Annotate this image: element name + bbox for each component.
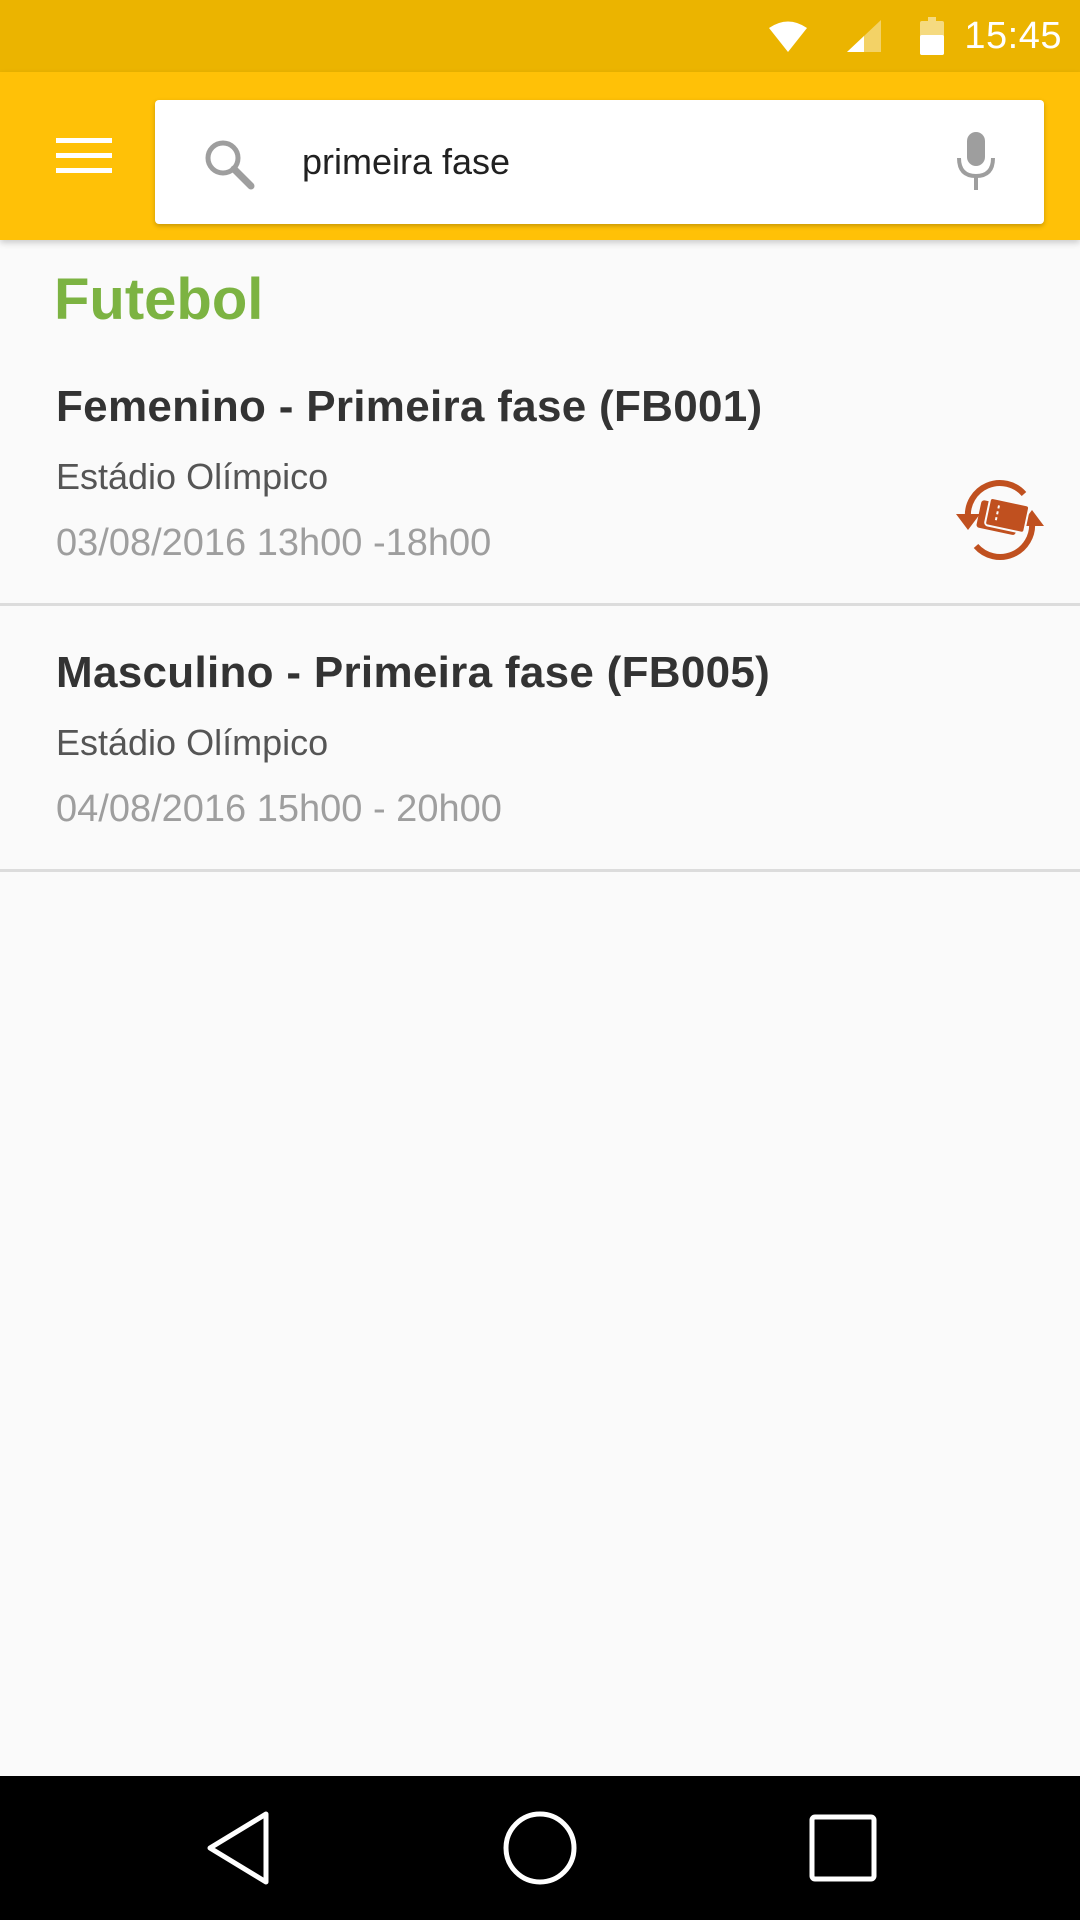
section-title: Futebol xyxy=(54,267,264,332)
event-venue: Estádio Olímpico xyxy=(56,722,329,763)
search-bar[interactable] xyxy=(155,100,1044,224)
event-datetime: 04/08/2016 15h00 - 20h00 xyxy=(56,788,502,830)
home-icon[interactable] xyxy=(495,1806,585,1890)
status-bar: 15:45 xyxy=(0,0,1080,72)
event-list-item[interactable]: Femenino - Primeira fase (FB001) Estádio… xyxy=(0,340,1080,606)
recents-icon[interactable] xyxy=(798,1806,888,1890)
app-screen: 15:45 primeira fase Futebol Femenino - P… xyxy=(0,0,1080,1920)
event-title: Femenino - Primeira fase (FB001) xyxy=(56,382,763,431)
back-icon[interactable] xyxy=(194,1806,284,1890)
search-icon[interactable] xyxy=(201,136,257,192)
battery-icon xyxy=(920,17,945,55)
ticket-exchange-icon[interactable] xyxy=(952,478,1048,562)
hamburger-menu-icon[interactable] xyxy=(28,110,140,202)
event-venue: Estádio Olímpico xyxy=(56,456,329,497)
event-list-item[interactable]: Masculino - Primeira fase (FB005) Estádi… xyxy=(0,606,1080,872)
event-datetime: 03/08/2016 13h00 -18h00 xyxy=(56,522,492,564)
status-time: 15:45 xyxy=(964,14,1062,57)
app-toolbar xyxy=(0,72,1080,240)
microphone-icon[interactable] xyxy=(952,130,1000,194)
event-title: Masculino - Primeira fase (FB005) xyxy=(56,648,771,697)
wifi-icon xyxy=(768,19,808,53)
search-input[interactable] xyxy=(302,128,862,196)
system-nav-bar xyxy=(0,1776,1080,1920)
signal-icon xyxy=(846,19,882,53)
